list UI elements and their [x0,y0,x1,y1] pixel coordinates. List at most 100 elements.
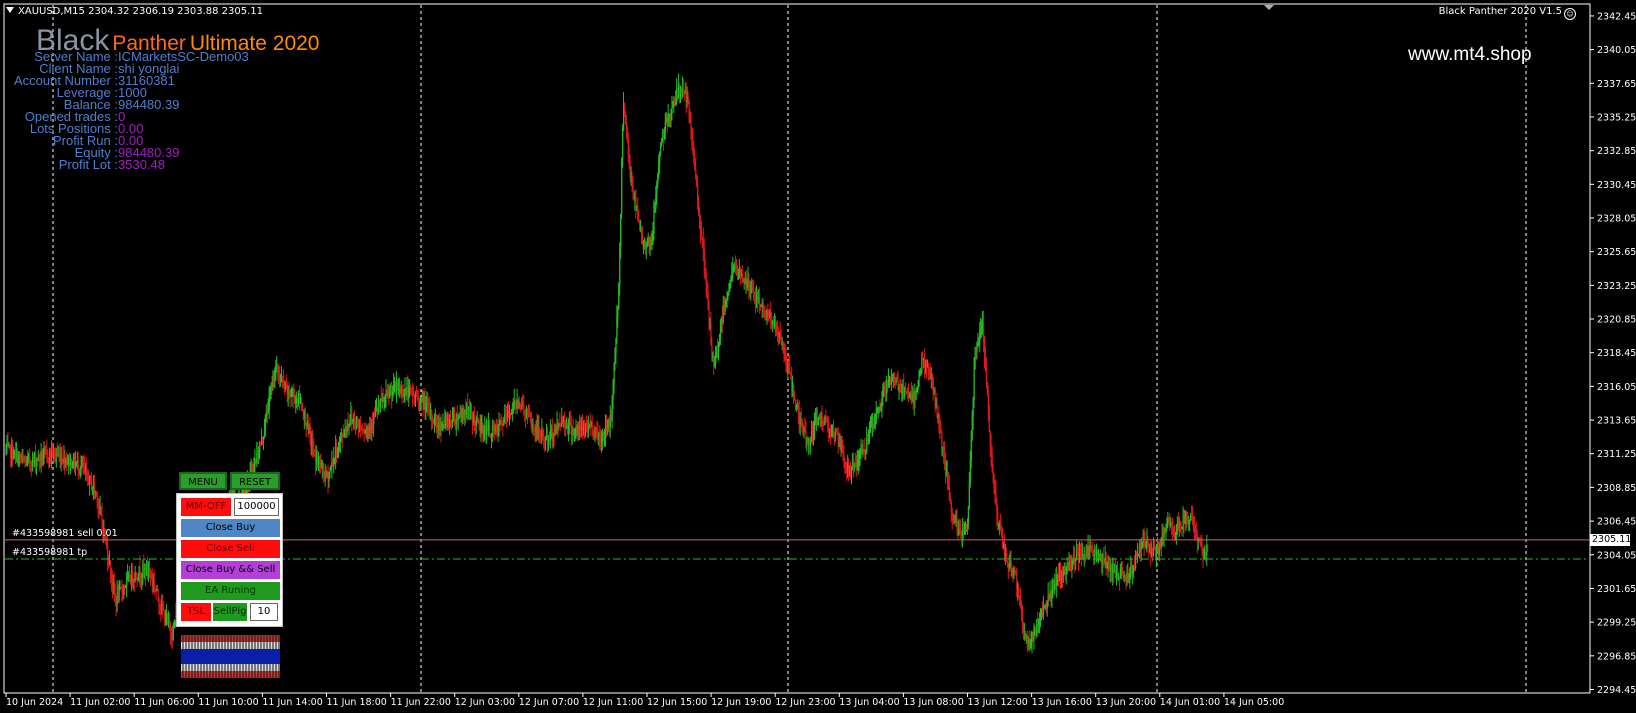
price-tick-label: 2301.65 [1597,584,1636,595]
chart-shift-marker-icon[interactable] [1264,5,1274,10]
indicator-strip-gray [181,642,280,649]
candle-body [653,210,655,233]
indicator-strip-gray-2 [181,664,280,671]
mm-value-input[interactable]: 100000 [234,498,279,516]
time-tick-label: 12 Jun 15:00 [647,697,707,708]
chart-window[interactable]: 2342.45 2340.05 2337.65 2335.25 2332.85 2330.… [0,0,1636,713]
price-tick-label: 2332.85 [1597,146,1636,157]
time-tick-label: 13 Jun 12:00 [968,697,1028,708]
candle-body [905,387,907,392]
price-tick-label: 2308.85 [1597,483,1636,494]
dropdown-triangle-icon[interactable] [6,7,14,13]
time-tick-label: 11 Jun 02:00 [70,697,130,708]
info-value: 984480.39 [118,97,180,112]
close-buy-and-sell-button[interactable]: Close Buy && Sell [181,561,280,579]
candle-body [172,627,174,641]
time-tick-label: 13 Jun 16:00 [1032,697,1092,708]
candle-body [259,444,261,455]
price-tick-label: 2325.65 [1597,247,1636,258]
info-value: 3530.48 [118,157,165,172]
candle-body [875,413,877,423]
time-tick-label: 12 Jun 11:00 [583,697,643,708]
candle-body [985,368,988,384]
time-tick-label: 10 Jun 2024 [6,697,63,708]
time-tick-label: 11 Jun 14:00 [262,697,322,708]
price-tick-label: 2337.65 [1597,79,1636,90]
candle-body [660,146,662,154]
time-tick-label: 12 Jun 03:00 [455,697,515,708]
candle-body [821,415,823,421]
candle-body [1006,561,1008,563]
candle-body [135,572,137,578]
price-tick-label: 2323.25 [1597,281,1636,292]
indicator-strip-red [181,635,280,642]
time-tick-label: 12 Jun 23:00 [775,697,835,708]
candle-body [941,432,943,449]
price-tick-label: 2342.45 [1597,11,1636,22]
info-label: Profit Lot : [58,157,118,172]
time-tick-label: 11 Jun 22:00 [391,697,451,708]
menu-button[interactable]: MENU [179,472,227,490]
time-tick-label: 13 Jun 04:00 [839,697,899,708]
candle-body [802,424,804,427]
candle-body [322,463,324,472]
smile-icon[interactable]: ☺ [1564,8,1576,20]
price-tick-label: 2294.45 [1597,685,1636,696]
price-tick-label: 2311.25 [1597,449,1636,460]
sellpig-toggle-button[interactable]: SellPig [213,603,247,621]
price-tick-label: 2299.25 [1597,618,1636,629]
time-tick-label: 13 Jun 08:00 [903,697,963,708]
site-url-label: www.mt4.shop [1408,44,1532,65]
candle-body [620,214,622,248]
candle-body [921,359,923,373]
current-price-tag: 2305.11 [1590,533,1632,546]
candle-body [970,439,972,461]
ea-control-panel: MM-OFF 100000 Close Buy Close Sell Close… [176,493,283,627]
time-tick-label: 11 Jun 10:00 [198,697,258,708]
candle-body [973,369,975,400]
candle-body [758,296,761,305]
time-tick-label: 12 Jun 07:00 [519,697,579,708]
close-sell-button[interactable]: Close Sell [181,540,280,558]
time-tick-label: 11 Jun 18:00 [327,697,387,708]
price-tick-label: 2335.25 [1597,112,1636,123]
price-tick-label: 2296.85 [1597,651,1636,662]
time-tick-label: 12 Jun 19:00 [711,697,771,708]
symbol-header: XAUUSD,M15 2304.32 2306.19 2303.88 2305.… [6,6,263,17]
price-tick-label: 2318.45 [1597,348,1636,359]
ea-title-text: Black Panther 2020 V1.5 [1438,6,1562,17]
price-tick-label: 2313.65 [1597,416,1636,427]
candle-body [489,424,491,436]
sell-order-label: #433598981 sell 0.01 [12,527,118,539]
candle-body [622,130,624,167]
time-tick-label: 11 Jun 06:00 [134,697,194,708]
sellpig-value-input[interactable]: 10 [250,603,278,621]
reset-button[interactable]: RESET [230,472,280,490]
indicator-strip-red-2 [181,671,280,678]
mm-toggle-button[interactable]: MM-OFF [181,498,231,516]
time-tick-label: 14 Jun 01:00 [1160,697,1220,708]
symbol-quote: XAUUSD,M15 2304.32 2306.19 2303.88 2305.… [18,6,264,17]
candle-body [1207,545,1209,547]
tsl-toggle-button[interactable]: TSL [181,603,211,621]
price-tick-label: 2340.05 [1597,45,1636,56]
indicator-strip-blue [181,649,280,664]
price-tick-label: 2320.85 [1597,315,1636,326]
time-tick-label: 13 Jun 20:00 [1096,697,1156,708]
price-tick-label: 2316.05 [1597,382,1636,393]
price-tick-label: 2330.45 [1597,180,1636,191]
time-tick-label: 14 Jun 05:00 [1224,697,1284,708]
ea-status-button[interactable]: EA Runing [181,582,280,600]
candle-body [1022,611,1024,623]
price-tick-label: 2328.05 [1597,213,1636,224]
ea-title-label: Black Panther 2020 V1.5 ☺ [1439,6,1576,20]
price-tick-label: 2304.05 [1597,550,1636,561]
candle-body [988,409,990,431]
price-tick-label: 2306.45 [1597,517,1636,528]
candle-body [523,404,525,411]
candle-body [153,581,155,589]
close-buy-button[interactable]: Close Buy [181,519,280,537]
time-axis: 10 Jun 2024 11 Jun 02:00 11 Jun 06:00 11 Ju… [5,693,1284,708]
price-axis: 2342.45 2340.05 2337.65 2335.25 2332.85 2330.… [1589,4,1636,696]
take-profit-label: #433598981 tp [12,546,88,558]
